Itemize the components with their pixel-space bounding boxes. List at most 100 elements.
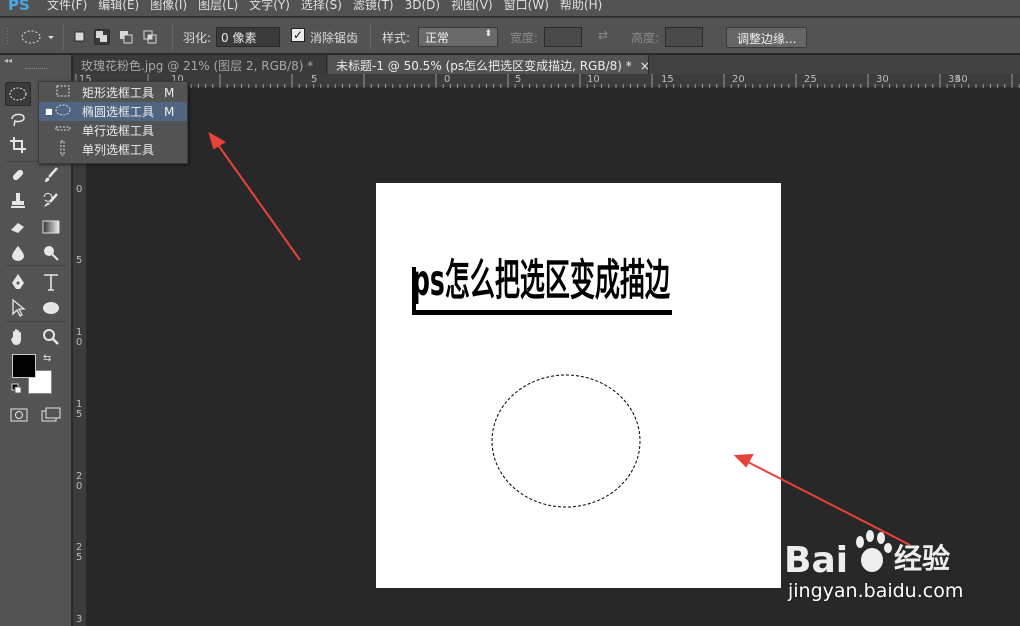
- pen-tool[interactable]: [5, 270, 31, 294]
- flyout-item-label: 单列选框工具: [82, 143, 155, 157]
- eraser-icon: [11, 223, 24, 233]
- title-left-bar: [412, 267, 416, 313]
- pen-icon: [12, 274, 24, 289]
- menu-type[interactable]: 文字(Y): [249, 0, 290, 13]
- menu-select[interactable]: 选择(S): [301, 0, 342, 13]
- antialias-checkbox[interactable]: ✓: [291, 28, 305, 42]
- updown-arrows-icon: ⬍: [484, 29, 492, 39]
- width-label: 宽度:: [510, 31, 539, 45]
- gradient-tool[interactable]: [38, 215, 64, 239]
- document-tab-bar: 玫瑰花粉色.jpg @ 21% (图层 2, RGB/8) * 未标题-1 @ …: [73, 55, 1020, 74]
- separator: [6, 321, 66, 322]
- blur-tool[interactable]: [5, 241, 31, 265]
- bandage-icon: [12, 169, 24, 181]
- antialias-label: 消除锯齿: [310, 31, 359, 45]
- paw-icon: [856, 530, 892, 572]
- menu-help[interactable]: 帮助(H): [560, 0, 602, 13]
- zoom-tool[interactable]: [38, 325, 64, 349]
- type-tool[interactable]: [38, 270, 64, 294]
- arrow-pointer-icon: [12, 299, 26, 317]
- ellipse-shape-icon: [43, 302, 59, 314]
- ruler-number: 5: [311, 74, 318, 85]
- collapse-icon[interactable]: ◂◂: [4, 56, 12, 65]
- refine-edge-button[interactable]: 调整边缘...: [726, 27, 808, 48]
- elliptical-marquee-tool[interactable]: [5, 82, 31, 106]
- ruler-number: 1 5: [76, 399, 83, 420]
- style-select[interactable]: 正常 ⬍: [418, 27, 498, 47]
- screen-mode[interactable]: [38, 403, 64, 427]
- watermark-brand: Bai: [784, 540, 848, 581]
- foreground-color-swatch[interactable]: [12, 354, 36, 378]
- separator: [6, 265, 66, 266]
- subtract-from-selection-icon[interactable]: [118, 29, 134, 45]
- horizontal-ruler: 15 10 5 0 5 10 15 20 25 30 35 40: [73, 74, 1020, 88]
- shortcut-key: M: [164, 104, 175, 119]
- intersect-selection-icon[interactable]: [142, 29, 158, 45]
- crop-tool[interactable]: [5, 133, 31, 157]
- history-brush-icon: [43, 192, 58, 207]
- style-label: 样式:: [382, 31, 411, 45]
- style-select-value: 正常: [425, 31, 450, 45]
- menu-layer[interactable]: 图层(L): [198, 0, 238, 13]
- hand-tool[interactable]: [5, 325, 31, 349]
- options-bar: 羽化: 0 像素 ✓ 消除锯齿 样式: 正常 ⬍ 宽度: ⇄ 高度: 调整边缘.…: [0, 17, 1020, 54]
- clone-stamp-tool[interactable]: [5, 189, 31, 213]
- ellipse-selection-marquee[interactable]: [491, 374, 641, 508]
- ruler-number: 30: [876, 74, 889, 85]
- feather-input[interactable]: 0 像素: [216, 27, 280, 47]
- path-selection-tool[interactable]: [5, 296, 31, 320]
- quick-mask-mode[interactable]: [6, 403, 32, 427]
- tab-untitled-1[interactable]: 未标题-1 @ 50.5% (ps怎么把选区变成描边, RGB/8) * ×: [328, 55, 650, 74]
- photoshop-logo: PS: [8, 0, 30, 14]
- add-to-selection-icon[interactable]: [94, 29, 110, 45]
- new-selection-icon[interactable]: [72, 29, 88, 45]
- flyout-item-label: 椭圆选框工具: [82, 105, 155, 119]
- flyout-item-rect-marquee[interactable]: 矩形选框工具 M: [39, 83, 187, 102]
- height-label: 高度:: [631, 31, 660, 45]
- close-icon[interactable]: ×: [640, 59, 650, 73]
- menu-image[interactable]: 图像(I): [150, 0, 187, 13]
- eraser-tool[interactable]: [5, 215, 31, 239]
- watermark-url: jingyan.baidu.com: [788, 580, 964, 602]
- stamp-icon: [11, 193, 25, 208]
- single-column-marquee-icon: [55, 140, 73, 159]
- quick-mask-icon: [10, 408, 28, 422]
- history-brush-tool[interactable]: [38, 189, 64, 213]
- ellipse-tool[interactable]: [38, 296, 64, 320]
- tab-rose-image[interactable]: 玫瑰花粉色.jpg @ 21% (图层 2, RGB/8) *: [73, 55, 327, 74]
- ruler-number: 15: [661, 74, 674, 85]
- menu-bar: PS 文件(F) 编辑(E) 图像(I) 图层(L) 文字(Y) 选择(S) 滤…: [0, 0, 1020, 16]
- menu-view[interactable]: 视图(V): [451, 0, 493, 13]
- ruler-number: 40: [955, 74, 968, 85]
- ruler-number: 2 0: [76, 471, 83, 492]
- dodge-tool[interactable]: [38, 241, 64, 265]
- width-input[interactable]: [544, 27, 582, 47]
- default-colors-icon[interactable]: [11, 383, 23, 398]
- menu-3d[interactable]: 3D(D): [405, 0, 440, 13]
- ruler-number: 0: [76, 184, 83, 195]
- drop-icon: [12, 246, 24, 261]
- swap-colors-icon[interactable]: ⇆: [43, 353, 51, 364]
- flyout-item-label: 矩形选框工具: [82, 86, 155, 100]
- menu-file[interactable]: 文件(F): [47, 0, 87, 13]
- options-grip: [6, 26, 12, 48]
- healing-brush-tool[interactable]: [5, 163, 31, 187]
- toolbox-grip: [25, 68, 47, 70]
- flyout-item-ellipse-marquee[interactable]: ■ 椭圆选框工具 M: [39, 102, 187, 121]
- height-input[interactable]: [665, 27, 703, 47]
- flyout-item-single-column-marquee[interactable]: 单列选框工具: [39, 140, 187, 159]
- menu-window[interactable]: 窗口(W): [504, 0, 549, 13]
- lasso-tool[interactable]: [5, 107, 31, 131]
- swap-dimensions-icon[interactable]: ⇄: [598, 28, 608, 42]
- menu-edit[interactable]: 编辑(E): [98, 0, 139, 13]
- screen-mode-icon: [41, 407, 61, 422]
- brush-tool[interactable]: [38, 163, 64, 187]
- crop-icon: [10, 137, 26, 153]
- tab-label: 玫瑰花粉色.jpg @ 21% (图层 2, RGB/8) *: [81, 59, 314, 73]
- menu-filter[interactable]: 滤镜(T): [353, 0, 394, 13]
- document-canvas[interactable]: ps怎么把选区变成描边: [376, 183, 781, 588]
- separator: [63, 24, 64, 50]
- ruler-number: 5: [515, 74, 522, 85]
- tool-preset-picker[interactable]: [20, 28, 56, 49]
- flyout-item-single-row-marquee[interactable]: 单行选框工具: [39, 121, 187, 140]
